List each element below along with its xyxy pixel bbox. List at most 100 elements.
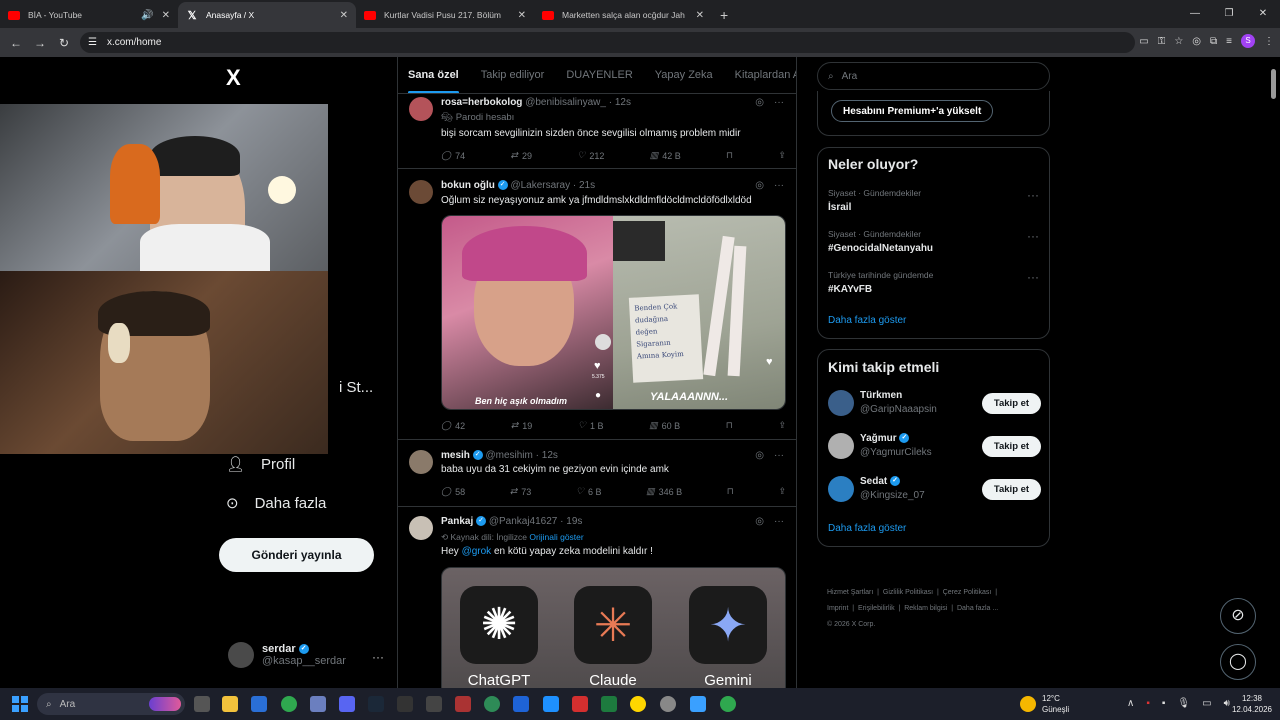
tab-yapay-zeka[interactable]: Yapay Zeka: [655, 69, 713, 81]
footer-link[interactable]: Imprint: [827, 605, 848, 612]
bookmark-star-icon[interactable]: ☆: [1174, 36, 1183, 47]
browser-tab[interactable]: Kurtlar Vadisi Pusu 217. Bölüm ✕: [356, 2, 534, 28]
reply-button[interactable]: ◯ 42: [441, 420, 465, 431]
post-button[interactable]: Gönderi yayınla: [219, 538, 374, 572]
media-left[interactable]: Ben hiç aşık olmadım ♥ 5.375 ●: [442, 216, 613, 409]
app-tray-icon[interactable]: ▪: [1162, 698, 1166, 709]
show-original-link[interactable]: Orijinali göster: [529, 532, 583, 542]
tab-duayenler[interactable]: DUAYENLER: [566, 69, 632, 81]
premium-upgrade-button[interactable]: Hesabını Premium+'a yükselt: [831, 100, 994, 122]
author-handle[interactable]: @Pankaj41627: [489, 516, 558, 527]
app-icon[interactable]: [543, 696, 559, 712]
bookmark-icon[interactable]: ⊓: [726, 150, 733, 161]
incognito-icon[interactable]: ◎: [1192, 36, 1201, 47]
footer-link[interactable]: Gizlilik Politikası: [883, 589, 933, 596]
author-handle[interactable]: @Lakersaray: [510, 180, 570, 191]
author-name[interactable]: Pankaj: [441, 516, 473, 527]
grok-icon[interactable]: ◎: [755, 180, 764, 191]
tweet-time[interactable]: 12s: [615, 97, 631, 108]
browser-tab[interactable]: Marketten salça alan ocğdur Jah ✕: [534, 2, 712, 28]
extensions-icon[interactable]: ⧉: [1210, 36, 1217, 47]
weather-widget[interactable]: 12°C Güneşli: [1020, 693, 1069, 715]
tweet[interactable]: mesih ✓ @mesihim · 12s ◎ ··· baba uyu da …: [398, 441, 796, 507]
trend-item[interactable]: Siyaset · Gündemdekiler #GenocidalNetany…: [828, 229, 1043, 254]
epic-games-icon[interactable]: [397, 696, 413, 712]
bookmark-icon[interactable]: ⊓: [727, 486, 734, 497]
steam-icon[interactable]: [368, 696, 384, 712]
task-view-icon[interactable]: [194, 696, 210, 712]
volume-icon[interactable]: 🔊︎: [1224, 698, 1230, 709]
xbox-icon[interactable]: [484, 696, 500, 712]
share-icon[interactable]: ⇪: [778, 150, 786, 161]
follow-suggestion[interactable]: Türkmen @GaripNaaapsin Takip et: [828, 390, 1041, 418]
reading-list-icon[interactable]: ≡: [1226, 36, 1232, 47]
tweet-media[interactable]: Ben hiç aşık olmadım ♥ 5.375 ● Benden Ço…: [441, 215, 786, 410]
show-more-trends-link[interactable]: Daha fazla göster: [828, 315, 906, 326]
reload-icon[interactable]: ↻: [52, 36, 76, 50]
nav-daha-fazla[interactable]: ⊙ Daha fazla: [226, 494, 326, 513]
url-input[interactable]: ☰ x.com/home: [80, 32, 1135, 53]
like-button[interactable]: ♡ 6 B: [576, 486, 602, 497]
more-dots-icon[interactable]: ···: [1027, 229, 1039, 243]
close-tab-icon[interactable]: ✕: [696, 10, 704, 21]
app-icon[interactable]: [513, 696, 529, 712]
trend-item[interactable]: Türkiye tarihinde gündemde #KAYvFB ···: [828, 270, 1043, 295]
search-input[interactable]: ⌕ Ara: [817, 62, 1050, 90]
views-button[interactable]: ▥ 42 B: [650, 150, 681, 161]
grok-icon[interactable]: ◎: [755, 97, 764, 108]
repost-button[interactable]: ⇄ 73: [510, 486, 532, 497]
more-dots-icon[interactable]: ···: [372, 650, 384, 664]
views-button[interactable]: ▥ 346 B: [646, 486, 682, 497]
store-icon[interactable]: [251, 696, 267, 712]
back-icon[interactable]: ←: [4, 36, 28, 50]
footer-link[interactable]: Hizmet Şartları: [827, 589, 873, 596]
repost-button[interactable]: ⇄ 29: [510, 150, 532, 161]
author-name[interactable]: rosa=herbokolog: [441, 97, 522, 108]
footer-link[interactable]: Reklam bilgisi: [904, 605, 947, 612]
avatar[interactable]: [828, 476, 854, 502]
media-right[interactable]: Benden Çok dudağına değen Sigaranın Amın…: [613, 216, 785, 409]
browser-tab-active[interactable]: 𝕏 Anasayfa / X ✕: [178, 2, 356, 28]
chrome-icon[interactable]: [281, 696, 297, 712]
tweet-media[interactable]: ✺ ✳ ✦ ChatGPT Claude Gemini: [441, 567, 786, 688]
app-icon[interactable]: [426, 696, 442, 712]
microphone-icon[interactable]: 🎙︎: [1177, 698, 1190, 709]
tab-kitaplardan-alinti[interactable]: Kitaplardan Alıntı: [735, 69, 796, 81]
file-explorer-icon[interactable]: [222, 696, 238, 712]
cast-icon[interactable]: ▭: [1139, 36, 1148, 47]
bookmark-icon[interactable]: ⊓: [726, 420, 733, 431]
app-icon[interactable]: [660, 696, 676, 712]
discord-icon[interactable]: [339, 696, 355, 712]
pdf-icon[interactable]: [572, 696, 588, 712]
app-icon[interactable]: [690, 696, 706, 712]
follow-suggestion[interactable]: Yağmur ✓ @YagmurCileks Takip et: [828, 433, 1041, 461]
profile-avatar[interactable]: S: [1241, 34, 1255, 48]
new-tab-icon[interactable]: +: [720, 2, 728, 28]
mention-link[interactable]: @grok: [462, 546, 492, 557]
more-dots-icon[interactable]: ···: [1027, 188, 1039, 202]
more-dots-icon[interactable]: ···: [774, 450, 784, 461]
clock[interactable]: 12:38 12.04.2026: [1232, 693, 1272, 715]
repost-button[interactable]: ⇄ 19: [511, 420, 533, 431]
follow-suggestion[interactable]: Sedat ✓ @Kingsize_07 Takip et: [828, 476, 1041, 504]
author-name[interactable]: bokun oğlu: [441, 180, 495, 191]
chevron-up-icon[interactable]: ∧: [1127, 698, 1134, 709]
follow-button[interactable]: Takip et: [982, 436, 1041, 457]
app-icon[interactable]: [310, 696, 326, 712]
avatar[interactable]: [409, 180, 433, 204]
like-button[interactable]: ♡ 212: [577, 150, 604, 161]
forward-icon[interactable]: →: [28, 36, 52, 50]
more-dots-icon[interactable]: ···: [774, 180, 784, 191]
avatar[interactable]: [828, 390, 854, 416]
grok-button[interactable]: ⊘: [1220, 598, 1256, 634]
more-dots-icon[interactable]: ···: [774, 97, 784, 108]
show-more-follow-link[interactable]: Daha fazla göster: [828, 523, 906, 534]
more-dots-icon[interactable]: ···: [774, 516, 784, 527]
windows-start-icon[interactable]: [12, 696, 28, 712]
views-button[interactable]: ▥ 60 B: [649, 420, 680, 431]
app-tray-icon[interactable]: ▪: [1146, 698, 1150, 709]
tweet-time[interactable]: 19s: [566, 516, 582, 527]
avatar[interactable]: [828, 433, 854, 459]
speaker-icon[interactable]: 🔊: [141, 10, 153, 21]
share-icon[interactable]: ⇪: [778, 486, 786, 497]
